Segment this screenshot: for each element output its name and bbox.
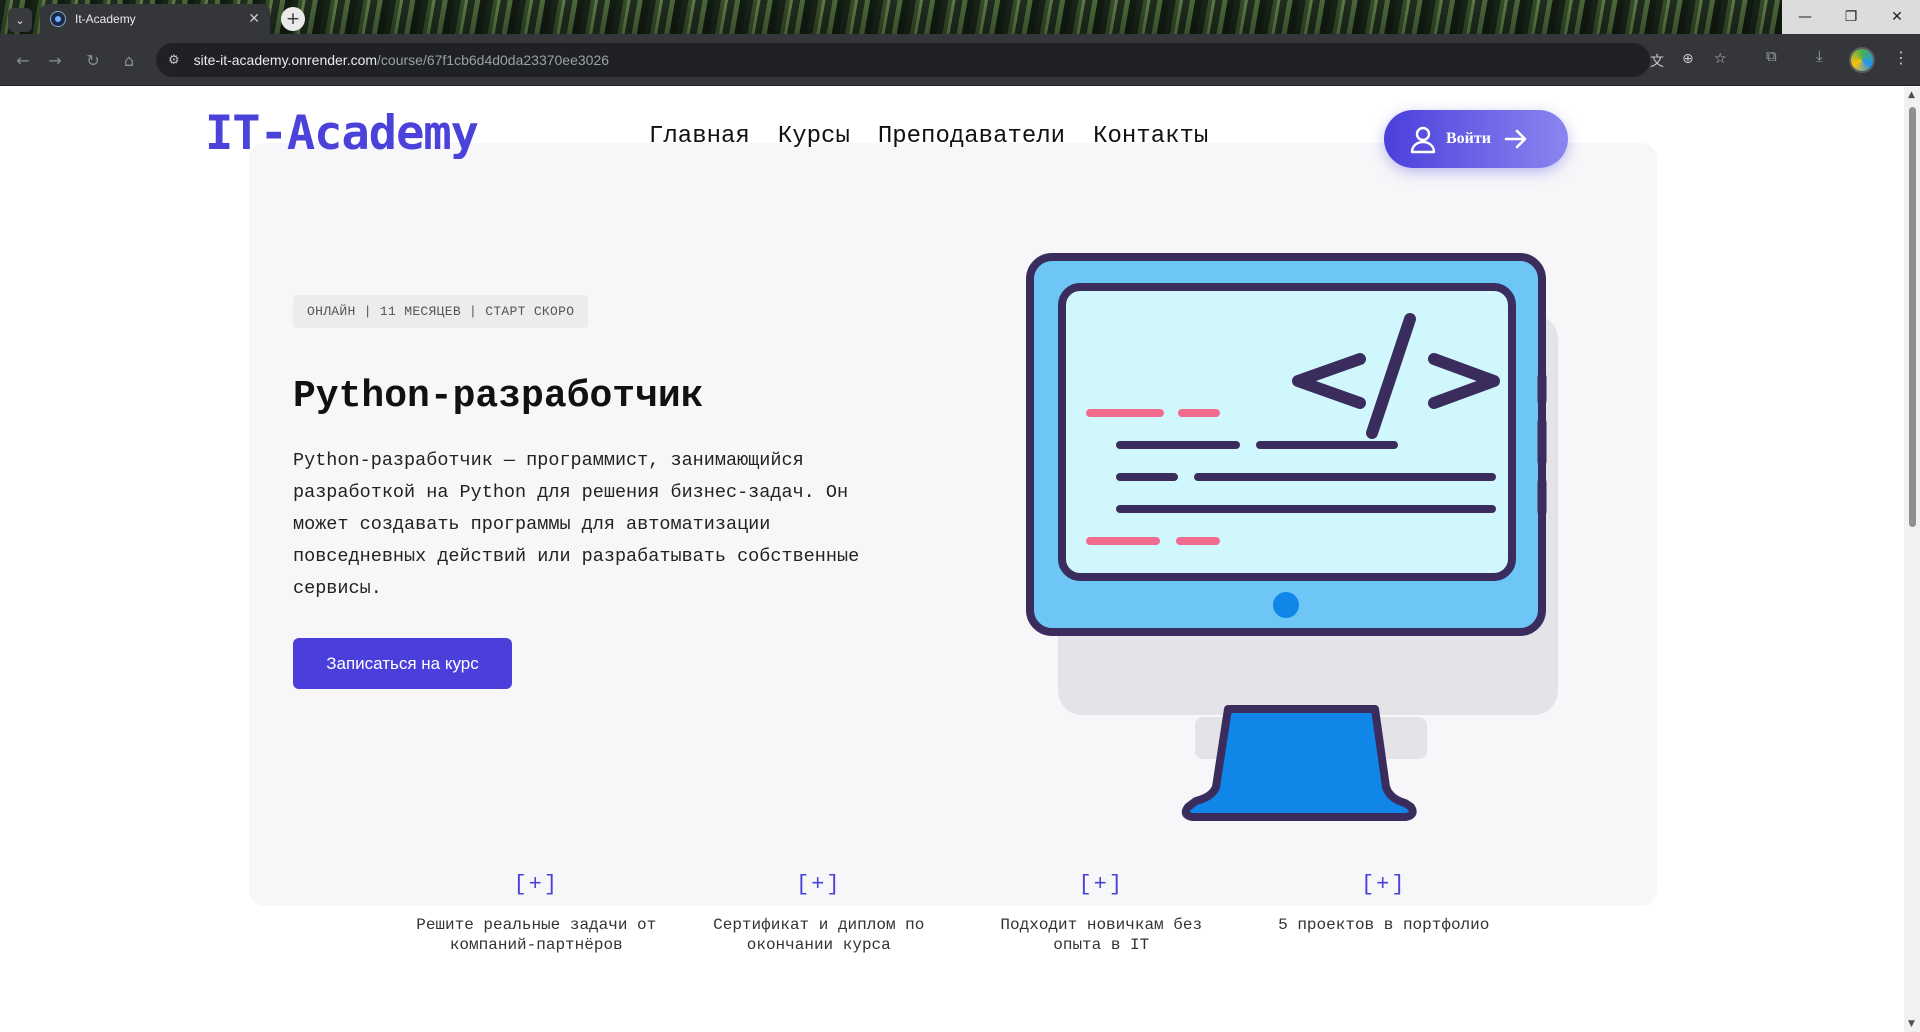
new-tab-button[interactable]: +: [281, 7, 305, 31]
site-logo[interactable]: IT-Academy: [205, 106, 479, 161]
address-bar[interactable]: ⚙ site-it-academy.onrender.com/course/67…: [156, 43, 1727, 77]
plus-marker-icon: [+]: [1078, 872, 1125, 897]
scrollbar-thumb[interactable]: [1909, 107, 1916, 527]
site-info-icon[interactable]: ⚙: [168, 53, 180, 68]
nav-link-courses[interactable]: Курсы: [778, 123, 850, 150]
download-icon[interactable]: ⤓: [1816, 47, 1823, 65]
enroll-button[interactable]: Записаться на курс: [293, 638, 512, 689]
login-label: Войти: [1446, 130, 1491, 147]
plus-marker-icon: [+]: [1360, 872, 1407, 897]
feature-item: [+] Сертификат и диплом по окончании кур…: [678, 872, 961, 955]
extensions-icon[interactable]: ⧉: [1766, 47, 1777, 65]
bookmark-star-icon[interactable]: ☆: [1714, 51, 1727, 67]
url-path: /course/67f1cb6d4d0da23370ee3026: [377, 52, 610, 68]
user-icon: [1410, 126, 1436, 154]
plus-marker-icon: [+]: [513, 872, 560, 897]
url-text: site-it-academy.onrender.com/course/67f1…: [194, 52, 609, 68]
window-minimize-button[interactable]: —: [1782, 0, 1828, 34]
nav-link-home[interactable]: Главная: [649, 123, 750, 150]
tab-search-button[interactable]: ⌄: [8, 8, 32, 32]
course-features: [+] Решите реальные задачи от компаний-п…: [395, 872, 1525, 955]
nav-link-teachers[interactable]: Преподаватели: [878, 123, 1065, 150]
page-scrollbar[interactable]: ▲ ▼: [1904, 87, 1920, 1032]
feature-item: [+] Решите реальные задачи от компаний-п…: [395, 872, 678, 955]
zoom-icon[interactable]: ⊕: [1682, 51, 1694, 67]
site-favicon-icon: [50, 11, 66, 27]
translate-icon[interactable]: 文: [1650, 51, 1664, 71]
feature-text: Сертификат и диплом по окончании курса: [713, 916, 925, 954]
course-description: Python-разработчик — программист, занима…: [293, 450, 860, 599]
computer-code-icon: [1026, 253, 1558, 821]
url-host: site-it-academy.onrender.com: [193, 52, 378, 68]
tab-close-icon[interactable]: ✕: [248, 11, 260, 27]
forward-arrow-icon[interactable]: →: [42, 47, 68, 73]
web-page: IT-Academy Главная Курсы Преподаватели К…: [0, 87, 1904, 1032]
scroll-down-icon[interactable]: ▼: [1908, 1019, 1915, 1029]
scroll-up-icon[interactable]: ▲: [1908, 90, 1915, 100]
feature-item: [+] 5 проектов в портфолио: [1243, 872, 1526, 955]
browser-menu-icon[interactable]: ⋮: [1893, 48, 1909, 67]
course-title: Python-разработчик: [293, 375, 704, 418]
window-restore-button[interactable]: ❐: [1828, 0, 1874, 34]
login-button[interactable]: Войти: [1384, 110, 1568, 168]
browser-tab-active[interactable]: It-Academy ✕: [40, 4, 270, 34]
plus-marker-icon: [+]: [795, 872, 842, 897]
feature-text: 5 проектов в портфолио: [1278, 916, 1490, 934]
profile-avatar[interactable]: [1849, 47, 1875, 73]
reload-icon[interactable]: ↻: [80, 47, 106, 73]
back-arrow-icon[interactable]: ←: [10, 47, 36, 73]
browser-tab-strip: ⌄ It-Academy ✕ + — ❐ ✕: [0, 0, 1920, 34]
arrow-right-icon: [1504, 129, 1527, 149]
nav-link-contacts[interactable]: Контакты: [1093, 123, 1208, 150]
feature-text: Подходит новичкам без опыта в IT: [1000, 916, 1203, 954]
tab-title: It-Academy: [75, 12, 136, 26]
browser-toolbar: ← → ↻ ⌂ ⚙ site-it-academy.onrender.com/c…: [0, 34, 1920, 86]
course-meta-badge: ОНЛАЙН | 11 МЕСЯЦЕВ | СТАРТ СКОРО: [293, 295, 589, 328]
feature-item: [+] Подходит новичкам без опыта в IT: [960, 872, 1243, 955]
window-close-button[interactable]: ✕: [1874, 0, 1920, 34]
main-nav: Главная Курсы Преподаватели Контакты: [649, 123, 1208, 150]
feature-text: Решите реальные задачи от компаний-партн…: [416, 916, 657, 954]
home-icon[interactable]: ⌂: [116, 47, 142, 73]
